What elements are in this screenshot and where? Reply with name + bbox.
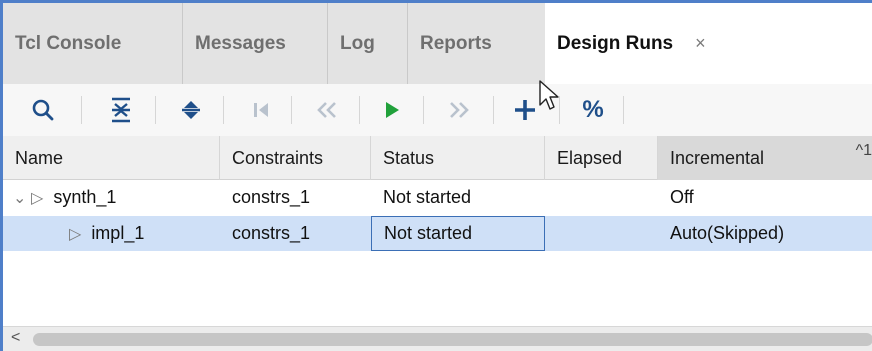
cell-incremental: Auto(Skipped) bbox=[670, 223, 785, 243]
expand-all-icon[interactable] bbox=[173, 92, 209, 128]
tab-bar: Tcl Console Messages Log Reports Design … bbox=[3, 3, 872, 84]
sort-indicator: ^1 bbox=[855, 142, 872, 159]
tab-reports[interactable]: Reports bbox=[408, 3, 545, 84]
design-runs-table: Name Constraints Status Elapsed Incremen… bbox=[3, 136, 872, 326]
cell-constraints: constrs_1 bbox=[232, 223, 311, 243]
cell-incremental: Off bbox=[670, 187, 694, 207]
toolbar-separator bbox=[223, 96, 224, 124]
column-header-status[interactable]: Status bbox=[371, 136, 545, 180]
cell-status-focused[interactable]: Not started bbox=[371, 216, 545, 251]
column-header-name[interactable]: Name bbox=[3, 136, 220, 180]
toolbar-separator bbox=[423, 96, 424, 124]
column-header-constraints[interactable]: Constraints bbox=[220, 136, 371, 180]
collapse-chevron-icon[interactable]: ⌄ bbox=[13, 188, 31, 208]
toolbar-separator bbox=[81, 96, 82, 124]
mouse-cursor-icon bbox=[531, 78, 567, 114]
first-icon[interactable] bbox=[243, 92, 279, 128]
toolbar-separator bbox=[291, 96, 292, 124]
run-state-icon: ▷ bbox=[31, 189, 44, 207]
run-icon[interactable] bbox=[373, 92, 409, 128]
previous-icon[interactable] bbox=[309, 92, 345, 128]
toolbar-separator bbox=[559, 96, 560, 124]
scroll-left-arrow-icon[interactable]: < bbox=[11, 329, 20, 347]
collapse-all-icon[interactable] bbox=[103, 92, 139, 128]
cell-elapsed bbox=[545, 216, 658, 251]
cell-constraints: constrs_1 bbox=[232, 187, 311, 207]
next-icon[interactable] bbox=[441, 92, 477, 128]
column-header-incremental[interactable]: Incremental ^1 bbox=[658, 136, 872, 180]
tab-tcl-console[interactable]: Tcl Console bbox=[3, 3, 183, 84]
table-row-selected[interactable]: ▷ impl_1 constrs_1 Not started Auto(Skip… bbox=[3, 216, 872, 251]
close-tab-icon[interactable]: × bbox=[695, 33, 706, 54]
horizontal-scrollbar[interactable]: < bbox=[3, 326, 872, 351]
toolbar-separator bbox=[155, 96, 156, 124]
tab-log[interactable]: Log bbox=[328, 3, 408, 84]
search-icon[interactable] bbox=[25, 92, 61, 128]
cell-elapsed bbox=[545, 180, 658, 215]
cell-name: ▷ impl_1 bbox=[69, 223, 145, 243]
tab-messages[interactable]: Messages bbox=[183, 3, 328, 84]
run-state-icon: ▷ bbox=[69, 225, 82, 243]
scrollbar-thumb[interactable] bbox=[33, 333, 872, 346]
toolbar: % bbox=[3, 80, 872, 136]
toolbar-separator bbox=[359, 96, 360, 124]
tab-design-runs[interactable]: Design Runs × bbox=[545, 3, 872, 84]
cell-status: Not started bbox=[383, 187, 472, 207]
cell-name: ⌄ ▷ synth_1 bbox=[13, 187, 117, 208]
column-header-elapsed[interactable]: Elapsed bbox=[545, 136, 658, 180]
percent-icon[interactable]: % bbox=[575, 92, 611, 128]
table-row[interactable]: ⌄ ▷ synth_1 constrs_1 Not started Off bbox=[3, 180, 872, 215]
table-header: Name Constraints Status Elapsed Incremen… bbox=[3, 136, 872, 180]
toolbar-separator bbox=[623, 96, 624, 124]
toolbar-separator bbox=[493, 96, 494, 124]
